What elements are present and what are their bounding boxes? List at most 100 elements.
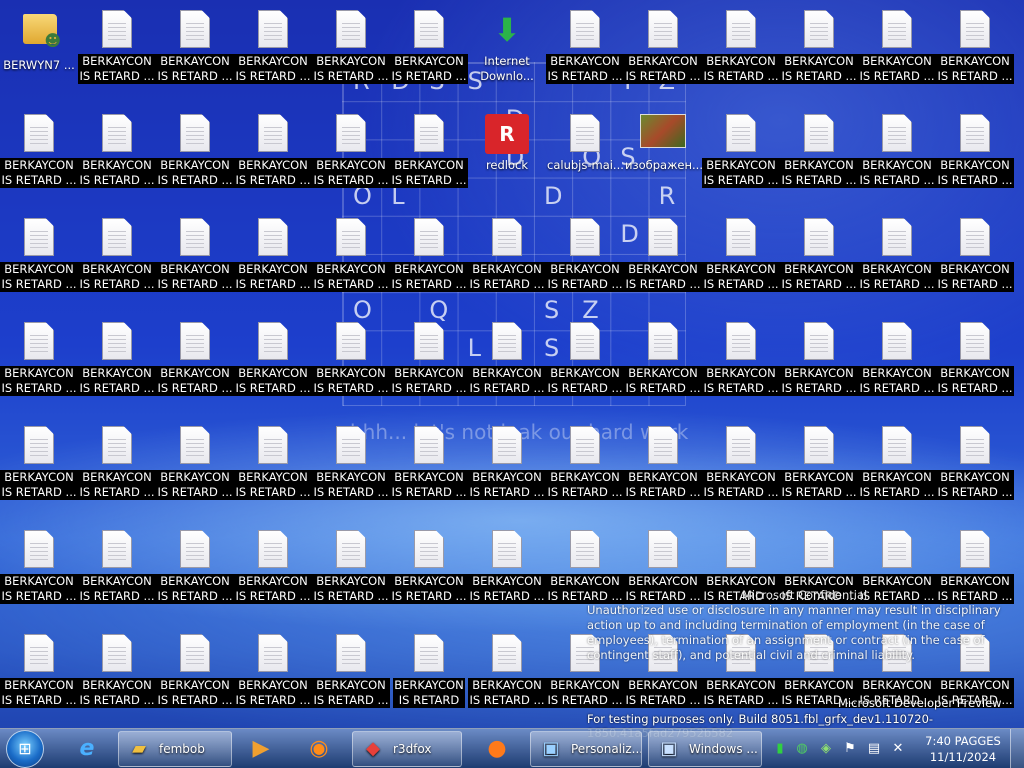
desktop-file-icon[interactable]: BERKAYCON IS RETARD ... bbox=[390, 0, 468, 100]
taskbar-r3dfox[interactable]: ◆ r3dfox bbox=[352, 731, 462, 767]
desktop-icon-text-file[interactable]: calubjs-mai... bbox=[546, 104, 624, 204]
desktop-file-icon[interactable]: BERKAYCON IS RETARD ... bbox=[702, 104, 780, 204]
uc-browser-icon[interactable]: ◉ bbox=[296, 731, 342, 767]
desktop-file-icon[interactable]: BERKAYCON IS RETARD ... bbox=[936, 416, 1014, 516]
desktop-icon-label: BERKAYCON IS RETARD ... bbox=[780, 262, 858, 292]
desktop-file-icon[interactable]: BERKAYCON IS RETARD ... bbox=[0, 104, 78, 204]
desktop-file-icon[interactable]: BERKAYCON IS RETARD ... bbox=[858, 104, 936, 204]
desktop-file-icon[interactable]: BERKAYCON IS RETARD bbox=[390, 624, 468, 724]
desktop-file-icon[interactable]: BERKAYCON IS RETARD ... bbox=[78, 624, 156, 724]
desktop-file-icon[interactable]: BERKAYCON IS RETARD ... bbox=[702, 416, 780, 516]
desktop-file-icon[interactable]: BERKAYCON IS RETARD ... bbox=[156, 104, 234, 204]
desktop-file-icon[interactable]: BERKAYCON IS RETARD ... bbox=[936, 104, 1014, 204]
desktop-file-icon[interactable]: BERKAYCON IS RETARD ... bbox=[546, 312, 624, 412]
desktop-icon-internet-download[interactable]: ⬇ Internet Downlo... bbox=[468, 0, 546, 100]
network-app-icon[interactable]: ◍ bbox=[794, 741, 810, 757]
windows-logo-icon: ⊞ bbox=[18, 739, 32, 758]
desktop-file-icon[interactable]: BERKAYCON IS RETARD ... bbox=[780, 104, 858, 204]
desktop-icon-image-file[interactable]: изображен... bbox=[624, 104, 702, 204]
desktop-file-icon[interactable]: BERKAYCON IS RETARD ... bbox=[468, 312, 546, 412]
desktop-file-icon[interactable]: BERKAYCON IS RETARD ... bbox=[312, 104, 390, 204]
text-document-icon bbox=[725, 218, 757, 258]
desktop-file-icon[interactable]: BERKAYCON IS RETARD ... bbox=[78, 208, 156, 308]
show-desktop-button[interactable] bbox=[1010, 729, 1024, 768]
desktop-file-icon[interactable]: BERKAYCON IS RETARD ... bbox=[234, 208, 312, 308]
shield-app-icon[interactable]: ◈ bbox=[818, 741, 834, 757]
desktop-file-icon[interactable]: BERKAYCON IS RETARD ... bbox=[312, 0, 390, 100]
desktop-file-icon[interactable]: BERKAYCON IS RETARD ... bbox=[0, 520, 78, 620]
desktop-file-icon[interactable]: BERKAYCON IS RETARD ... bbox=[156, 624, 234, 724]
desktop-file-icon[interactable]: BERKAYCON IS RETARD ... bbox=[858, 208, 936, 308]
desktop-file-icon[interactable]: BERKAYCON IS RETARD ... bbox=[78, 520, 156, 620]
desktop-icon-redlock[interactable]: Rredlock bbox=[468, 104, 546, 204]
desktop-file-icon[interactable]: BERKAYCON IS RETARD ... bbox=[468, 520, 546, 620]
text-document-icon bbox=[725, 10, 757, 50]
battery-icon[interactable]: ▮ bbox=[772, 741, 788, 757]
desktop-file-icon[interactable]: BERKAYCON IS RETARD ... bbox=[468, 416, 546, 516]
desktop-file-icon[interactable]: BERKAYCON IS RETARD ... bbox=[234, 624, 312, 724]
volume-muted-icon[interactable]: ✕ bbox=[890, 741, 906, 757]
desktop-file-icon[interactable]: BERKAYCON IS RETARD ... bbox=[390, 416, 468, 516]
desktop-file-icon[interactable]: BERKAYCON IS RETARD ... bbox=[702, 312, 780, 412]
desktop-file-icon[interactable]: BERKAYCON IS RETARD ... bbox=[390, 312, 468, 412]
desktop-file-icon[interactable]: BERKAYCON IS RETARD ... bbox=[234, 104, 312, 204]
desktop-file-icon[interactable]: BERKAYCON IS RETARD ... bbox=[78, 416, 156, 516]
desktop-file-icon[interactable]: BERKAYCON IS RETARD ... bbox=[390, 104, 468, 204]
desktop-file-icon[interactable]: BERKAYCON IS RETARD ... bbox=[936, 312, 1014, 412]
internet-explorer-icon[interactable]: e bbox=[64, 731, 110, 767]
desktop-file-icon[interactable]: BERKAYCON IS RETARD ... bbox=[78, 312, 156, 412]
desktop-file-icon[interactable]: BERKAYCON IS RETARD ... bbox=[156, 520, 234, 620]
desktop-file-icon[interactable]: BERKAYCON IS RETARD ... bbox=[546, 416, 624, 516]
desktop-file-icon[interactable]: BERKAYCON IS RETARD ... bbox=[624, 208, 702, 308]
desktop-file-icon[interactable]: BERKAYCON IS RETARD ... bbox=[468, 624, 546, 724]
clock[interactable]: 7:40 PAGGES 11/11/2024 bbox=[918, 733, 1008, 765]
desktop-file-icon[interactable]: BERKAYCON IS RETARD ... bbox=[234, 520, 312, 620]
desktop-file-icon[interactable]: BERKAYCON IS RETARD ... bbox=[156, 312, 234, 412]
desktop-file-icon[interactable]: BERKAYCON IS RETARD ... bbox=[858, 416, 936, 516]
desktop-file-icon[interactable]: BERKAYCON IS RETARD ... bbox=[234, 312, 312, 412]
desktop-icon-folder-user[interactable]: ☻ BERWYN7 ... bbox=[0, 0, 78, 100]
desktop-file-icon[interactable]: BERKAYCON IS RETARD ... bbox=[624, 0, 702, 100]
desktop-file-icon[interactable]: BERKAYCON IS RETARD ... bbox=[312, 416, 390, 516]
action-center-flag-icon[interactable]: ⚑ bbox=[842, 741, 858, 757]
desktop-file-icon[interactable]: BERKAYCON IS RETARD ... bbox=[390, 208, 468, 308]
desktop-file-icon[interactable]: BERKAYCON IS RETARD ... bbox=[780, 312, 858, 412]
desktop-file-icon[interactable]: BERKAYCON IS RETARD ... bbox=[936, 208, 1014, 308]
desktop-file-icon[interactable]: BERKAYCON IS RETARD ... bbox=[780, 416, 858, 516]
desktop-file-icon[interactable]: BERKAYCON IS RETARD ... bbox=[624, 416, 702, 516]
start-button[interactable]: ⊞ bbox=[6, 730, 44, 768]
taskbar-windows[interactable]: ▣ Windows ... bbox=[648, 731, 762, 767]
desktop-file-icon[interactable]: BERKAYCON IS RETARD ... bbox=[546, 208, 624, 308]
firefox-icon[interactable]: ● bbox=[474, 731, 520, 767]
media-player-icon[interactable]: ▶ bbox=[238, 731, 284, 767]
desktop-file-icon[interactable]: BERKAYCON IS RETARD ... bbox=[780, 208, 858, 308]
desktop-file-icon[interactable]: BERKAYCON IS RETARD ... bbox=[78, 104, 156, 204]
desktop-file-icon[interactable]: BERKAYCON IS RETARD ... bbox=[858, 312, 936, 412]
desktop-file-icon[interactable]: BERKAYCON IS RETARD ... bbox=[0, 624, 78, 724]
desktop-file-icon[interactable]: BERKAYCON IS RETARD ... bbox=[468, 208, 546, 308]
desktop-file-icon[interactable]: BERKAYCON IS RETARD ... bbox=[780, 0, 858, 100]
desktop-file-icon[interactable]: BERKAYCON IS RETARD ... bbox=[0, 312, 78, 412]
desktop-file-icon[interactable]: BERKAYCON IS RETARD ... bbox=[702, 0, 780, 100]
desktop-file-icon[interactable]: BERKAYCON IS RETARD ... bbox=[234, 0, 312, 100]
desktop-file-icon[interactable]: BERKAYCON IS RETARD ... bbox=[312, 208, 390, 308]
desktop-file-icon[interactable]: BERKAYCON IS RETARD ... bbox=[858, 0, 936, 100]
desktop-file-icon[interactable]: BERKAYCON IS RETARD ... bbox=[0, 416, 78, 516]
desktop-file-icon[interactable]: BERKAYCON IS RETARD ... bbox=[390, 520, 468, 620]
desktop-file-icon[interactable]: BERKAYCON IS RETARD ... bbox=[312, 520, 390, 620]
desktop-file-icon[interactable]: BERKAYCON IS RETARD ... bbox=[0, 208, 78, 308]
network-icon[interactable]: ▤ bbox=[866, 741, 882, 757]
desktop-file-icon[interactable]: BERKAYCON IS RETARD ... bbox=[234, 416, 312, 516]
desktop-file-icon[interactable]: BERKAYCON IS RETARD ... bbox=[312, 624, 390, 724]
desktop-file-icon[interactable]: BERKAYCON IS RETARD ... bbox=[156, 208, 234, 308]
desktop-file-icon[interactable]: BERKAYCON IS RETARD ... bbox=[78, 0, 156, 100]
taskbar-personalize[interactable]: ▣ Personaliz... bbox=[530, 731, 642, 767]
desktop-file-icon[interactable]: BERKAYCON IS RETARD ... bbox=[156, 416, 234, 516]
desktop-file-icon[interactable]: BERKAYCON IS RETARD ... bbox=[702, 208, 780, 308]
desktop-file-icon[interactable]: BERKAYCON IS RETARD ... bbox=[156, 0, 234, 100]
taskbar-fembob[interactable]: ▰ fembob bbox=[118, 731, 232, 767]
desktop-file-icon[interactable]: BERKAYCON IS RETARD ... bbox=[624, 312, 702, 412]
desktop-file-icon[interactable]: BERKAYCON IS RETARD ... bbox=[936, 0, 1014, 100]
desktop-file-icon[interactable]: BERKAYCON IS RETARD ... bbox=[546, 0, 624, 100]
desktop-file-icon[interactable]: BERKAYCON IS RETARD ... bbox=[312, 312, 390, 412]
